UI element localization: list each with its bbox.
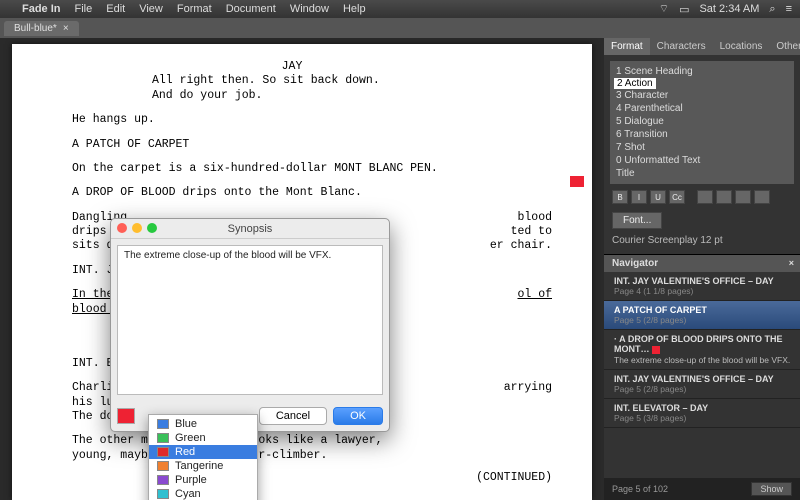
color-dropdown: BlueGreenRedTangerinePurpleCyanMagentaYe… <box>148 414 258 500</box>
synopsis-color-marker[interactable] <box>570 176 584 187</box>
menu-fadein[interactable]: Fade In <box>22 3 61 15</box>
action-line: A DROP OF BLOOD drips onto the Mont Blan… <box>72 186 552 200</box>
synopsis-textarea[interactable]: The extreme close-up of the blood will b… <box>117 245 383 395</box>
menu-file[interactable]: File <box>75 3 93 15</box>
element-type-item[interactable]: 4 Parenthetical <box>610 102 794 115</box>
menu-document[interactable]: Document <box>226 3 276 15</box>
ok-button[interactable]: OK <box>333 407 383 425</box>
navigator-item[interactable]: INT. ELEVATOR – DAYPage 5 (3/8 pages) <box>604 399 800 428</box>
navigator-item[interactable]: · A DROP OF BLOOD drips onto the Mont…Th… <box>604 330 800 370</box>
editor-area: JAY All right then. So sit back down. An… <box>0 38 604 500</box>
close-panel-icon[interactable]: × <box>789 258 794 268</box>
color-swatch-icon <box>157 419 169 429</box>
navigator-item[interactable]: INT. JAY VALENTINE'S OFFICE – DAYPage 5 … <box>604 370 800 399</box>
navigator-item[interactable]: A PATCH OF CARPETPage 5 (2/8 pages) <box>604 301 800 330</box>
menubar: Fade In File Edit View Format Document W… <box>0 0 800 18</box>
dialogue-line: All right then. So sit back down. <box>152 74 432 88</box>
font-info: Courier Screenplay 12 pt <box>612 235 792 246</box>
bold-button[interactable]: B <box>612 190 628 204</box>
color-swatch-icon <box>157 489 169 499</box>
element-type-item[interactable]: 5 Dialogue <box>610 115 794 128</box>
color-option[interactable]: Red <box>149 445 257 459</box>
color-option[interactable]: Tangerine <box>149 459 257 473</box>
cancel-button[interactable]: Cancel <box>259 407 327 425</box>
action-line: The other m D BISHOP. He looks like a la… <box>72 434 552 448</box>
dialogue-line: And do your job. <box>152 89 432 103</box>
tab-locations[interactable]: Locations <box>713 38 770 55</box>
page-counter: Page 5 of 102 <box>612 484 668 494</box>
format-panel-tabs: Format Characters Locations Other <box>604 38 800 55</box>
case-button[interactable]: Cc <box>669 190 685 204</box>
element-type-item[interactable]: 2 Action <box>614 78 656 89</box>
color-swatch-icon <box>157 447 169 457</box>
color-swatch-icon <box>157 461 169 471</box>
element-type-item[interactable]: 1 Scene Heading <box>610 65 794 78</box>
element-type-item[interactable]: 7 Shot <box>610 141 794 154</box>
continued-marker: (CONTINUED) <box>72 471 552 485</box>
navigator-item[interactable]: INT. JAY VALENTINE'S OFFICE – DAYPage 4 … <box>604 272 800 301</box>
element-list[interactable]: 1 Scene Heading2 Action3 Character4 Pare… <box>610 61 794 184</box>
align-center-button[interactable] <box>716 190 732 204</box>
dialog-title: Synopsis <box>228 223 273 235</box>
menubar-clock[interactable]: Sat 2:34 AM <box>699 3 759 15</box>
style-button-row: BIUCc <box>612 190 792 204</box>
menu-edit[interactable]: Edit <box>106 3 125 15</box>
document-tabbar: Bull-blue* × <box>0 18 800 38</box>
format-panel: Format Characters Locations Other 1 Scen… <box>604 38 800 255</box>
element-type-item[interactable]: 6 Transition <box>610 128 794 141</box>
close-window-icon[interactable] <box>117 223 127 233</box>
menu-view[interactable]: View <box>139 3 163 15</box>
navigator-list[interactable]: INT. JAY VALENTINE'S OFFICE – DAYPage 4 … <box>604 272 800 478</box>
synopsis-dialog: Synopsis The extreme close-up of the blo… <box>110 218 390 432</box>
document-tab-title: Bull-blue* <box>14 23 57 34</box>
side-panels: Format Characters Locations Other 1 Scen… <box>604 38 800 500</box>
element-type-item[interactable]: 3 Character <box>610 89 794 102</box>
close-tab-icon[interactable]: × <box>63 23 69 34</box>
tab-characters[interactable]: Characters <box>650 38 713 55</box>
align-left-button[interactable] <box>697 190 713 204</box>
character-name: JAY <box>152 60 432 74</box>
zoom-window-icon[interactable] <box>147 223 157 233</box>
dialog-titlebar[interactable]: Synopsis <box>111 219 389 239</box>
tab-other[interactable]: Other <box>769 38 800 55</box>
navigator-header: Navigator × <box>604 255 800 272</box>
notifications-icon[interactable]: ≡ <box>786 3 792 15</box>
document-tab[interactable]: Bull-blue* × <box>4 21 79 36</box>
element-type-item[interactable]: Title <box>610 167 794 180</box>
action-line: He hangs up. <box>72 113 552 127</box>
underline-button[interactable]: U <box>650 190 666 204</box>
action-line: On the carpet is a six-hundred-dollar MO… <box>72 162 552 176</box>
color-swatch-icon <box>157 475 169 485</box>
action-line: young, mayb artner, a ladder-climber. <box>72 449 552 463</box>
menu-help[interactable]: Help <box>343 3 366 15</box>
color-option[interactable]: Cyan <box>149 487 257 500</box>
justify-button[interactable] <box>754 190 770 204</box>
scene-heading: A PATCH OF CARPET <box>72 138 552 152</box>
navigator-footer: Page 5 of 102 Show <box>604 478 800 500</box>
color-option[interactable]: Green <box>149 431 257 445</box>
align-right-button[interactable] <box>735 190 751 204</box>
minimize-window-icon[interactable] <box>132 223 142 233</box>
menu-window[interactable]: Window <box>290 3 329 15</box>
battery-icon[interactable]: ▭ <box>679 3 689 16</box>
menu-format[interactable]: Format <box>177 3 212 15</box>
tab-format[interactable]: Format <box>604 38 650 55</box>
italic-button[interactable]: I <box>631 190 647 204</box>
color-option[interactable]: Purple <box>149 473 257 487</box>
synopsis-color-picker[interactable] <box>117 408 135 424</box>
color-swatch-icon <box>652 346 660 354</box>
spotlight-icon[interactable]: ⌕ <box>769 3 775 16</box>
color-option[interactable]: Blue <box>149 417 257 431</box>
font-button[interactable]: Font... <box>612 212 662 229</box>
wifi-icon[interactable]: ⌔ <box>659 2 669 16</box>
color-swatch-icon <box>157 433 169 443</box>
element-type-item[interactable]: 0 Unformatted Text <box>610 154 794 167</box>
show-button[interactable]: Show <box>751 482 792 496</box>
